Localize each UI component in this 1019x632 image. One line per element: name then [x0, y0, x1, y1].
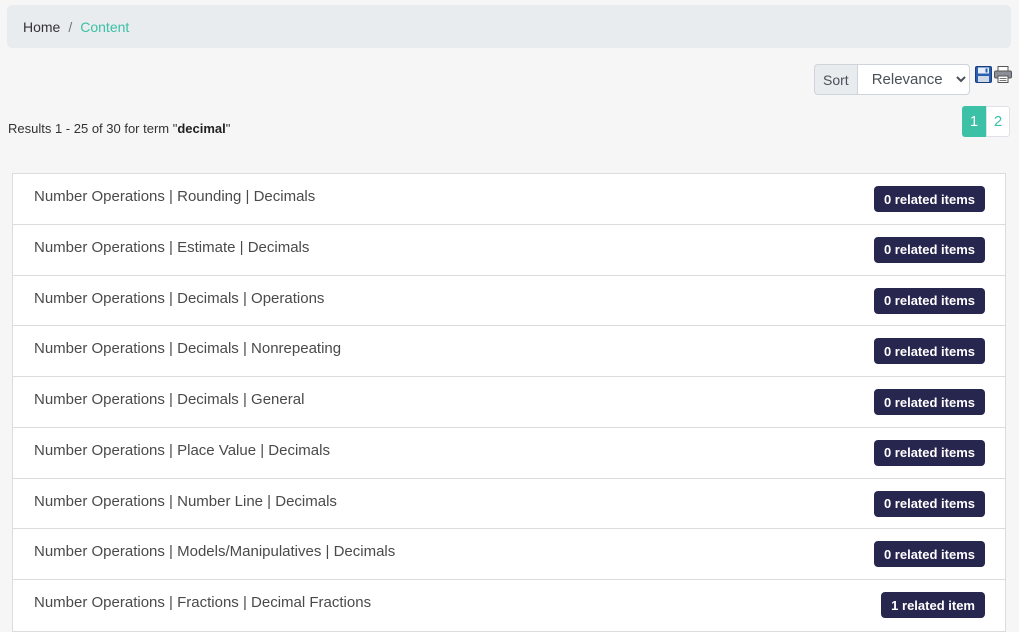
related-items-badge: 0 related items — [873, 338, 985, 365]
breadcrumb-home-link[interactable]: Home — [23, 19, 60, 35]
results-prefix: Results 1 - 25 of 30 for term " — [8, 121, 178, 136]
related-items-badge: 0 related items — [873, 389, 985, 415]
related-items-badge: 0 related items — [873, 236, 985, 263]
page-link-2[interactable]: 2 — [986, 106, 1010, 137]
breadcrumb: Home / Content — [7, 5, 1011, 48]
save-icon[interactable] — [975, 66, 992, 83]
list-item[interactable]: Number Operations | Estimate | Decimals … — [13, 225, 1005, 276]
result-title[interactable]: Number Operations | Place Value | Decima… — [34, 442, 330, 459]
results-summary: Results 1 - 25 of 30 for term "decimal" — [8, 121, 230, 136]
related-items-badge: 1 related item — [881, 592, 985, 618]
print-icon[interactable] — [994, 66, 1012, 83]
list-item[interactable]: Number Operations | Decimals | Nonrepeat… — [13, 326, 1005, 377]
sort-control: Sort Relevance — [814, 64, 970, 95]
result-title[interactable]: Number Operations | Number Line | Decima… — [34, 493, 337, 510]
list-item[interactable]: Number Operations | Decimals | Operation… — [13, 276, 1005, 327]
sort-select[interactable]: Relevance — [856, 64, 970, 95]
breadcrumb-current: Content — [80, 18, 130, 35]
page-link-1[interactable]: 1 — [962, 106, 986, 137]
related-items-badge: 0 related items — [873, 186, 985, 212]
list-item[interactable]: Number Operations | Place Value | Decima… — [13, 428, 1005, 479]
result-title[interactable]: Number Operations | Decimals | Operation… — [34, 290, 324, 307]
result-title[interactable]: Number Operations | Models/Manipulatives… — [34, 543, 395, 560]
result-title[interactable]: Number Operations | Decimals | General — [34, 391, 304, 408]
result-list: Number Operations | Rounding | Decimals … — [12, 173, 1006, 632]
list-item[interactable]: Number Operations | Decimals | General 0… — [13, 377, 1005, 428]
result-title[interactable]: Number Operations | Fractions | Decimal … — [34, 594, 371, 611]
list-item[interactable]: Number Operations | Models/Manipulatives… — [13, 529, 1005, 580]
result-title[interactable]: Number Operations | Decimals | Nonrepeat… — [34, 340, 341, 357]
pagination: 1 2 — [962, 106, 1010, 137]
related-items-badge: 0 related items — [873, 490, 985, 517]
sort-label: Sort — [814, 64, 857, 95]
list-item[interactable]: Number Operations | Rounding | Decimals … — [13, 174, 1005, 225]
search-term: decimal — [177, 121, 226, 136]
results-suffix: " — [225, 121, 231, 136]
result-title[interactable]: Number Operations | Rounding | Decimals — [34, 188, 315, 205]
breadcrumb-separator: / — [68, 18, 73, 35]
related-items-badge: 0 related items — [873, 439, 985, 466]
result-title[interactable]: Number Operations | Estimate | Decimals — [34, 239, 309, 256]
list-item[interactable]: Number Operations | Fractions | Decimal … — [13, 580, 1005, 631]
related-items-badge: 0 related items — [873, 541, 985, 568]
related-items-badge: 0 related items — [873, 287, 985, 314]
list-item[interactable]: Number Operations | Number Line | Decima… — [13, 479, 1005, 530]
